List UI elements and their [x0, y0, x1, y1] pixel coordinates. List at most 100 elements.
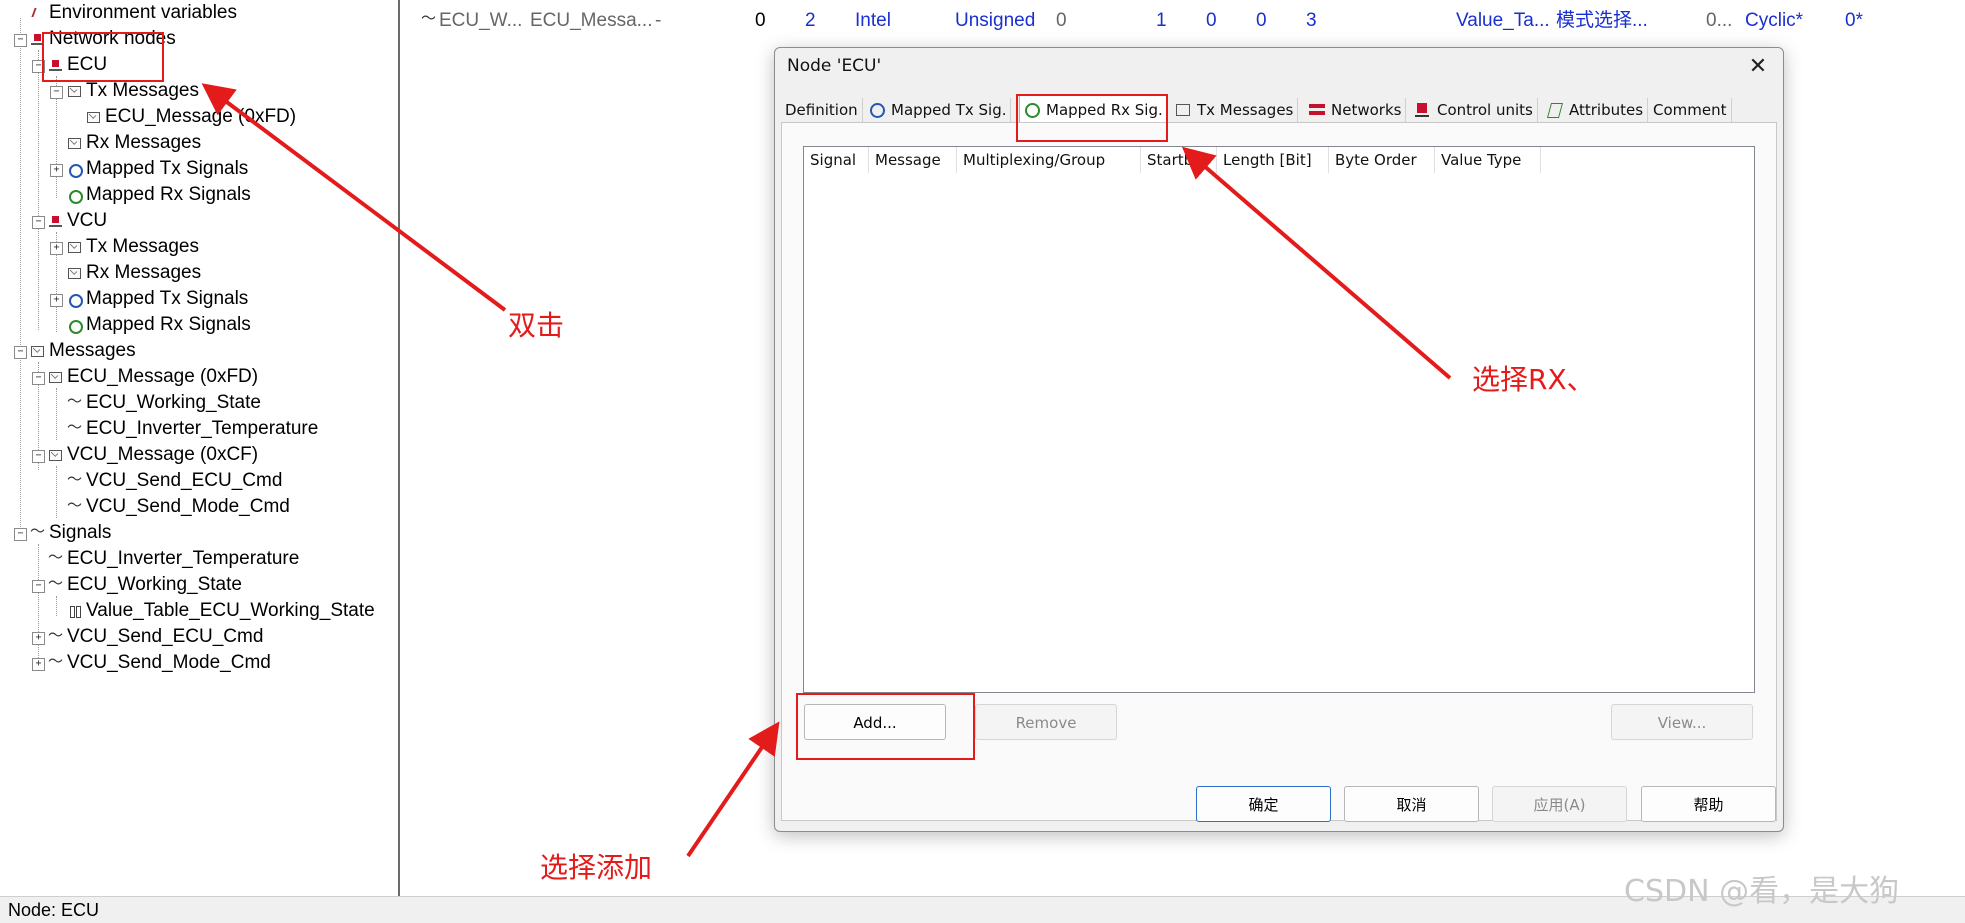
- tree-connector: [38, 544, 39, 670]
- expand-toggle[interactable]: +: [32, 632, 45, 645]
- tree-item-environment-variables[interactable]: Environment variables: [30, 1, 237, 25]
- collapse-toggle[interactable]: −: [32, 216, 45, 229]
- signal-icon: [48, 546, 63, 570]
- ok-button[interactable]: 确定: [1196, 786, 1331, 822]
- grid-cell-value-type: Unsigned: [955, 10, 1036, 31]
- expand-toggle[interactable]: +: [50, 294, 63, 307]
- message-icon: [67, 240, 82, 254]
- tab-attributes[interactable]: Attributes: [1543, 98, 1649, 122]
- tree-item-label: VCU_Message (0xCF): [67, 444, 259, 465]
- tree-item-ecu-message-0xfd[interactable]: ECU_Message (0xFD): [48, 365, 258, 389]
- tree-item-messages[interactable]: Messages: [30, 339, 136, 363]
- column-header-length[interactable]: Length [Bit]: [1217, 147, 1329, 173]
- tree-item-signal[interactable]: VCU_Send_Mode_Cmd: [48, 650, 271, 675]
- tab-comment[interactable]: Comment: [1649, 98, 1732, 122]
- tab-label: Networks: [1331, 101, 1402, 119]
- tab-definition[interactable]: Definition: [781, 98, 863, 122]
- signal-grid-row[interactable]: ECU_W... ECU_Messa... - 0 2 Intel Unsign…: [405, 6, 1965, 36]
- signal-icon: [48, 572, 63, 596]
- tab-label: Comment: [1653, 101, 1727, 119]
- tab-control-units[interactable]: Control units: [1411, 98, 1538, 122]
- signal-icon: [67, 390, 82, 414]
- grid-cell-maximum: 3: [1306, 10, 1317, 31]
- mapped-tx-icon: [67, 162, 83, 178]
- signal-icon: [67, 468, 82, 492]
- grid-cell-initial: 0: [1056, 10, 1067, 31]
- tree-item-signal[interactable]: ECU_Working_State: [48, 572, 242, 597]
- tree-item-vcu-message-0xcf[interactable]: VCU_Message (0xCF): [48, 443, 258, 467]
- grid-cell-send-type: Cyclic*: [1745, 10, 1804, 31]
- expand-toggle[interactable]: +: [50, 242, 63, 255]
- list-header: Signal Message Multiplexing/Group Startb…: [804, 147, 1754, 173]
- tree-connector: [38, 50, 39, 330]
- tree-item-label: Value_Table_ECU_Working_State: [86, 600, 375, 621]
- remove-button[interactable]: Remove: [975, 704, 1117, 740]
- collapse-toggle[interactable]: −: [32, 450, 45, 463]
- collapse-toggle[interactable]: −: [14, 34, 27, 47]
- collapse-toggle[interactable]: −: [32, 580, 45, 593]
- annotation-select-add: 选择添加: [540, 851, 653, 884]
- tree-item-label: ECU_Working_State: [67, 574, 242, 595]
- apply-button[interactable]: 应用(A): [1492, 786, 1627, 822]
- tree-item-label: ECU_Message (0xFD): [105, 106, 297, 127]
- tab-networks[interactable]: Networks: [1305, 98, 1407, 122]
- tree-item-vcu-tx-messages[interactable]: Tx Messages: [67, 235, 199, 259]
- tree-item-ecu-mapped-tx-signals[interactable]: Mapped Tx Signals: [67, 157, 248, 181]
- tree-item-ecu-mapped-rx-signals[interactable]: Mapped Rx Signals: [67, 183, 251, 207]
- view-button[interactable]: View...: [1611, 704, 1753, 740]
- message-icon: [67, 84, 82, 98]
- tree-item-signal[interactable]: ECU_Working_State: [67, 390, 261, 415]
- column-header-multiplexing[interactable]: Multiplexing/Group: [957, 147, 1141, 173]
- cancel-button[interactable]: 取消: [1344, 786, 1479, 822]
- mapped-rx-signal-list[interactable]: Signal Message Multiplexing/Group Startb…: [803, 146, 1755, 693]
- tree-item-value-table[interactable]: Value_Table_ECU_Working_State: [67, 599, 375, 623]
- message-icon: [48, 370, 63, 384]
- grid-cell-name: ECU_W...: [439, 10, 523, 31]
- tree-item-ecu-tx-messages[interactable]: Tx Messages: [67, 79, 199, 103]
- tree-item-signal[interactable]: ECU_Inverter_Temperature: [67, 416, 319, 441]
- tree-item-ecu-rx-messages[interactable]: Rx Messages: [67, 131, 201, 155]
- expand-toggle[interactable]: +: [32, 658, 45, 671]
- collapse-toggle[interactable]: −: [14, 528, 27, 541]
- column-header-message[interactable]: Message: [869, 147, 957, 173]
- tree-item-label: Rx Messages: [86, 132, 202, 153]
- message-icon: [1175, 103, 1191, 117]
- expand-toggle[interactable]: +: [50, 164, 63, 177]
- signal-icon: [421, 7, 436, 28]
- signal-icon: [67, 416, 82, 440]
- column-header-startbit[interactable]: Startbit: [1141, 147, 1217, 173]
- tree-item-label: VCU_Send_Mode_Cmd: [67, 652, 271, 673]
- column-header-signal[interactable]: Signal: [804, 147, 869, 173]
- tree-item-vcu[interactable]: VCU: [48, 209, 107, 233]
- close-icon[interactable]: ✕: [1743, 52, 1773, 82]
- tree-item-signal[interactable]: ECU_Inverter_Temperature: [48, 546, 299, 571]
- node-icon: [48, 214, 63, 228]
- grid-cell-startbit: 0: [755, 10, 766, 31]
- column-header-value-type[interactable]: Value Type: [1435, 147, 1541, 173]
- tree-item-signals[interactable]: Signals: [30, 520, 111, 545]
- tree-item-ecu-message[interactable]: ECU_Message (0xFD): [86, 105, 296, 129]
- help-button[interactable]: 帮助: [1641, 786, 1776, 822]
- tree-item-vcu-mapped-tx-signals[interactable]: Mapped Tx Signals: [67, 287, 248, 311]
- highlight-add-button: [796, 693, 975, 760]
- tab-mapped-tx-sig[interactable]: Mapped Tx Sig.: [865, 98, 1012, 122]
- tab-label: Control units: [1437, 101, 1533, 119]
- tree-item-label: ECU_Inverter_Temperature: [86, 418, 319, 439]
- tree-item-signal[interactable]: VCU_Send_Mode_Cmd: [67, 494, 290, 519]
- tree-item-signal[interactable]: VCU_Send_ECU_Cmd: [67, 468, 282, 493]
- tree-item-label: VCU: [67, 210, 108, 231]
- tab-tx-messages[interactable]: Tx Messages: [1171, 98, 1299, 122]
- tree-item-signal[interactable]: VCU_Send_ECU_Cmd: [48, 624, 263, 649]
- signal-icon: [48, 624, 63, 648]
- network-tree[interactable]: Environment variables − Network nodes − …: [0, 0, 400, 896]
- tab-label: Tx Messages: [1197, 101, 1294, 119]
- collapse-toggle[interactable]: −: [50, 86, 63, 99]
- tree-item-label: Mapped Rx Signals: [86, 314, 251, 335]
- tree-item-vcu-rx-messages[interactable]: Rx Messages: [67, 261, 201, 285]
- tree-item-vcu-mapped-rx-signals[interactable]: Mapped Rx Signals: [67, 313, 251, 337]
- collapse-toggle[interactable]: −: [32, 372, 45, 385]
- collapse-toggle[interactable]: −: [14, 346, 27, 359]
- column-header-byte-order[interactable]: Byte Order: [1329, 147, 1435, 173]
- tree-item-label: Rx Messages: [86, 262, 202, 283]
- tab-label: Attributes: [1569, 101, 1644, 119]
